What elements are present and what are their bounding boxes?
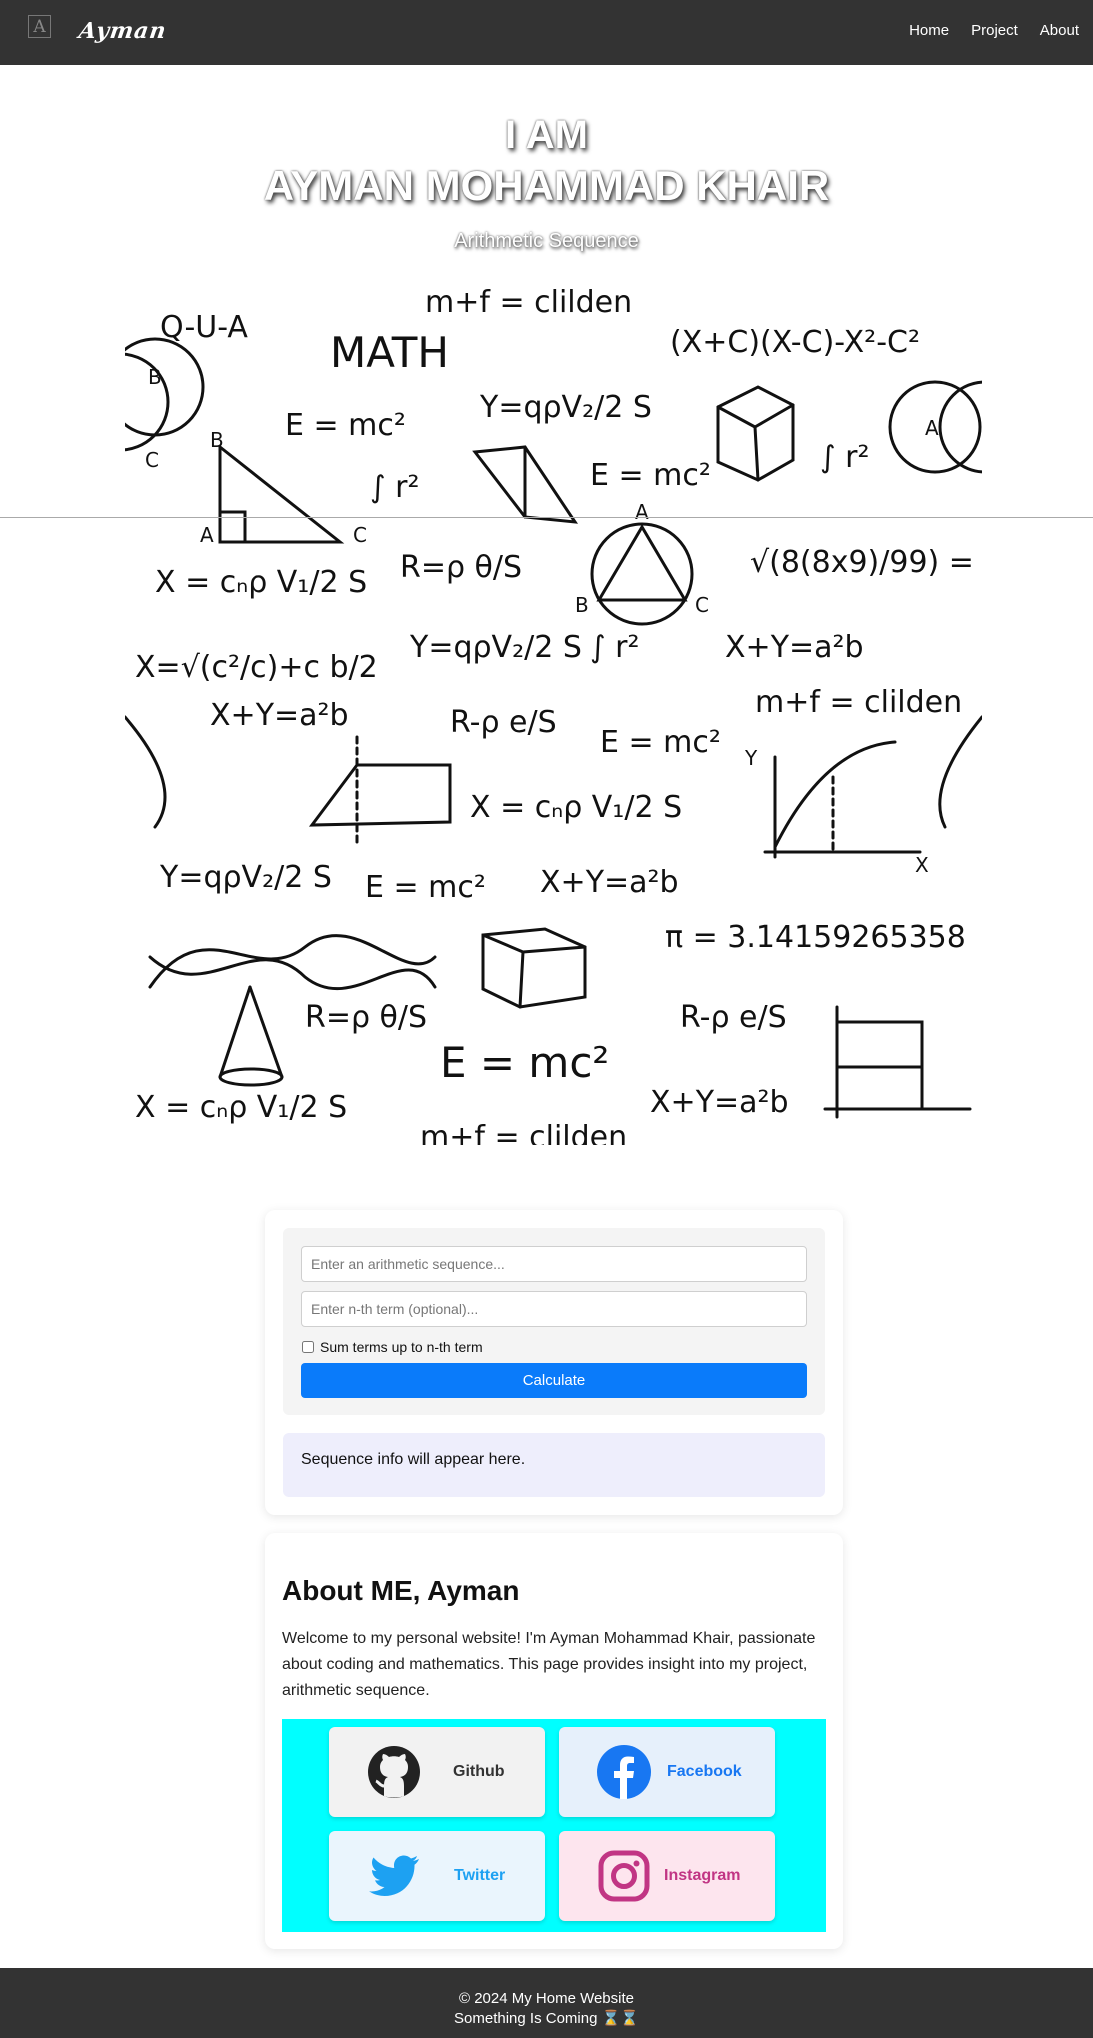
- formula-text: m+f = clilden: [755, 685, 962, 720]
- formula-text: ∫ r²: [590, 630, 640, 665]
- formula-text: X+Y=a²b: [210, 698, 349, 733]
- formula-text: ∫ r²: [820, 440, 870, 475]
- calculate-button[interactable]: Calculate: [301, 1363, 807, 1398]
- formula-label: C: [145, 448, 159, 472]
- about-card: About ME, Ayman Welcome to my personal w…: [265, 1533, 843, 1949]
- calculator-form: Sum terms up to n-th term Calculate: [283, 1228, 825, 1415]
- formula-text: E = mc²: [440, 1038, 609, 1087]
- formula-text: MATH: [330, 328, 449, 377]
- hero-title-line1: I AM: [505, 113, 588, 157]
- formula-label: B: [210, 428, 224, 452]
- instagram-label: Instagram: [664, 1867, 741, 1884]
- formula-label: X: [915, 853, 929, 877]
- formula-text: (X+C)(X-C)-X²-C²: [670, 325, 920, 360]
- facebook-link[interactable]: Facebook: [559, 1727, 775, 1817]
- instagram-icon: [598, 1850, 650, 1902]
- formula-text: m+f = clilden: [420, 1120, 627, 1145]
- formula-label: B: [575, 593, 589, 617]
- formula-text: X+Y=a²b: [540, 865, 679, 900]
- formula-text: X = cₙρ V₁/2 S: [135, 1090, 347, 1125]
- twitter-link[interactable]: Twitter: [329, 1831, 545, 1921]
- formula-text: ∫ r²: [370, 470, 420, 505]
- formula-label: Y: [744, 746, 758, 770]
- formula-text: R-ρ e/S: [450, 705, 557, 740]
- sum-terms-row[interactable]: Sum terms up to n-th term: [302, 1339, 483, 1355]
- sequence-input[interactable]: [301, 1246, 807, 1282]
- facebook-icon: [597, 1745, 651, 1799]
- formula-text: R=ρ θ/S: [400, 550, 522, 585]
- formula-text: E = mc²: [600, 725, 721, 760]
- formula-text: Y=qρV₂/2 S: [409, 630, 582, 665]
- formula-text: √(8(8x9)/99) = 2.057: [750, 545, 982, 580]
- nav-link-home[interactable]: Home: [909, 22, 949, 39]
- calculator-card: Sum terms up to n-th term Calculate Sequ…: [265, 1210, 843, 1515]
- formula-text: R=ρ θ/S: [305, 1000, 427, 1035]
- formula-text: Y=qρV₂/2 S: [159, 860, 332, 895]
- twitter-icon: [369, 1855, 419, 1896]
- github-link[interactable]: Github: [329, 1727, 545, 1817]
- sum-terms-checkbox[interactable]: [302, 1341, 314, 1353]
- formula-text: π = 3.14159265358: [665, 920, 966, 955]
- formula-text: R-ρ e/S: [680, 1000, 787, 1035]
- instagram-link[interactable]: Instagram: [559, 1831, 775, 1921]
- social-links: Github Facebook Twitter Instagram: [282, 1719, 826, 1932]
- hero-divider: [0, 517, 1093, 518]
- footer-copyright: © 2024 My Home Website: [458, 1990, 634, 2007]
- formula-text: E = mc²: [365, 870, 486, 905]
- hero-title-line2: AYMAN MOHAMMAD KHAIR: [263, 162, 830, 209]
- formula-text: X = cₙρ V₁/2 S: [470, 790, 682, 825]
- hero-subtitle: Arithmetic Sequence: [454, 230, 639, 252]
- navbar: A Ayman Home Project About: [0, 0, 1093, 65]
- footer-tagline: Something Is Coming ⌛⌛: [454, 2010, 639, 2027]
- formula-label: A: [635, 500, 649, 524]
- formula-text: X = cₙρ V₁/2 S: [155, 565, 367, 600]
- facebook-label: Facebook: [667, 1763, 742, 1780]
- nav-link-about[interactable]: About: [1040, 22, 1079, 39]
- formula-text: E = mc²: [590, 458, 711, 493]
- sequence-info-box: Sequence info will appear here.: [283, 1433, 825, 1497]
- about-text: Welcome to my personal website! I'm Ayma…: [282, 1630, 816, 1699]
- site-logo-icon[interactable]: A: [28, 15, 51, 38]
- math-formulas-image: m+f = clilden Q-U-A MATH (X+C)(X-C)-X²-C…: [125, 287, 982, 1145]
- formula-label: A: [200, 523, 214, 547]
- brand-name[interactable]: Ayman: [77, 18, 168, 44]
- formula-label: A: [925, 416, 939, 440]
- github-icon: [368, 1746, 420, 1798]
- nth-term-input[interactable]: [301, 1291, 807, 1327]
- sum-terms-label: Sum terms up to n-th term: [320, 1339, 483, 1355]
- formula-text: X+Y=a²b: [650, 1085, 789, 1120]
- formula-text: Q-U-A: [160, 310, 248, 345]
- formula-label: C: [353, 523, 367, 547]
- footer: © 2024 My Home Website Something Is Comi…: [0, 1968, 1093, 2038]
- formula-label: B: [148, 365, 162, 389]
- formula-text: X=√(c²/c)+c b/2: [135, 650, 378, 685]
- formula-text: X+Y=a²b: [725, 630, 864, 665]
- nav-link-project[interactable]: Project: [971, 22, 1018, 39]
- twitter-label: Twitter: [454, 1867, 506, 1884]
- about-title: About ME, Ayman: [282, 1575, 520, 1606]
- formula-text: m+f = clilden: [425, 287, 632, 320]
- formula-label: C: [695, 593, 709, 617]
- formula-text: E = mc²: [285, 408, 406, 443]
- github-label: Github: [453, 1763, 505, 1780]
- nav-links: Home Project About: [909, 22, 1079, 39]
- formula-text: Y=qρV₂/2 S: [479, 390, 652, 425]
